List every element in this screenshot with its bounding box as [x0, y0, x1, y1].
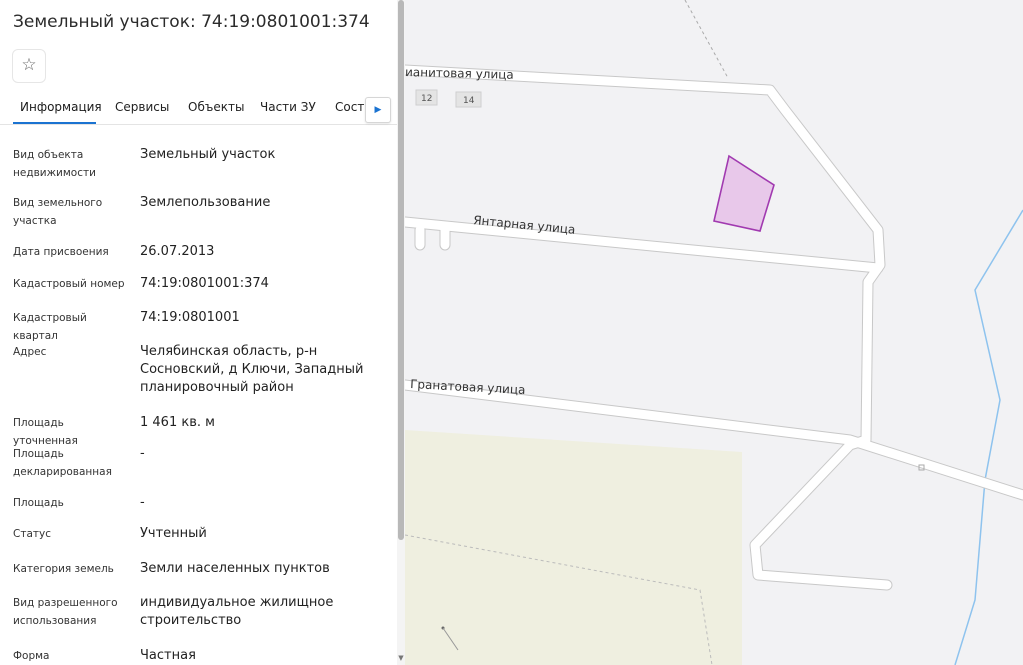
- tab-services[interactable]: Сервисы: [115, 100, 169, 114]
- field-label: Вид объекта недвижимости: [13, 149, 96, 179]
- page-title: Земельный участок: 74:19:0801001:374: [13, 12, 370, 32]
- field-label: Адрес: [13, 346, 47, 358]
- dashed-path: [684, 0, 729, 79]
- field-value: Частная: [140, 648, 196, 663]
- panel-scrollbar[interactable]: ▼: [397, 0, 405, 665]
- field-label: Форма собственности: [13, 650, 50, 662]
- tab-bar: Информация Сервисы Объекты Части ЗУ Сост…: [0, 90, 397, 125]
- tab-parcel-parts[interactable]: Части ЗУ: [260, 100, 316, 114]
- field-value: Учтенный: [140, 526, 207, 541]
- favorite-button[interactable]: ☆: [12, 49, 46, 83]
- house-number-14: 14: [463, 96, 475, 106]
- info-panel: Земельный участок: 74:19:0801001:374 ☆ И…: [0, 0, 397, 665]
- field-value: 1 461 кв. м: [140, 415, 215, 430]
- river-line: [954, 209, 1023, 665]
- field-value: -: [140, 446, 145, 461]
- green-area: [405, 430, 742, 665]
- tabs-next-button[interactable]: ▶: [365, 97, 391, 123]
- street-label-granite: ианитовая улица: [405, 65, 514, 82]
- chevron-down-icon[interactable]: ▼: [397, 653, 405, 663]
- star-icon: ☆: [21, 55, 37, 75]
- field-label: Площадь декларированная: [13, 448, 112, 478]
- land-parcel[interactable]: [713, 154, 775, 232]
- field-value: Челябинская область, р-н Сосновский, д К…: [140, 344, 364, 395]
- field-label: Площадь: [13, 497, 64, 509]
- field-label: Дата присвоения: [13, 246, 109, 258]
- field-value: 74:19:0801001: [140, 310, 240, 325]
- field-value: 74:19:0801001:374: [140, 276, 269, 291]
- tab-information[interactable]: Информация: [20, 100, 102, 114]
- field-label: Статус: [13, 528, 51, 540]
- tab-objects[interactable]: Объекты: [188, 100, 244, 114]
- field-label: Кадастровый квартал: [13, 312, 87, 342]
- house-number-12: 12: [421, 94, 432, 104]
- field-value: индивидуальное жилищное строительство: [140, 595, 334, 628]
- field-label: Категория земель: [13, 563, 114, 575]
- field-value: 26.07.2013: [140, 244, 215, 259]
- chevron-right-icon: ▶: [374, 105, 382, 115]
- scrollbar-thumb[interactable]: [398, 0, 404, 540]
- active-tab-indicator: [13, 122, 96, 124]
- field-value: Землепользование: [140, 195, 271, 210]
- field-value: -: [140, 495, 145, 510]
- street-label-granatovaya: Гранатовая улица: [410, 377, 526, 397]
- field-label: Вид земельного участка: [13, 197, 103, 227]
- field-label: Кадастровый номер: [13, 278, 125, 290]
- field-label: Вид разрешенного использования: [13, 597, 118, 627]
- field-value: Земельный участок: [140, 147, 276, 162]
- field-value: Земли населенных пунктов: [140, 561, 330, 576]
